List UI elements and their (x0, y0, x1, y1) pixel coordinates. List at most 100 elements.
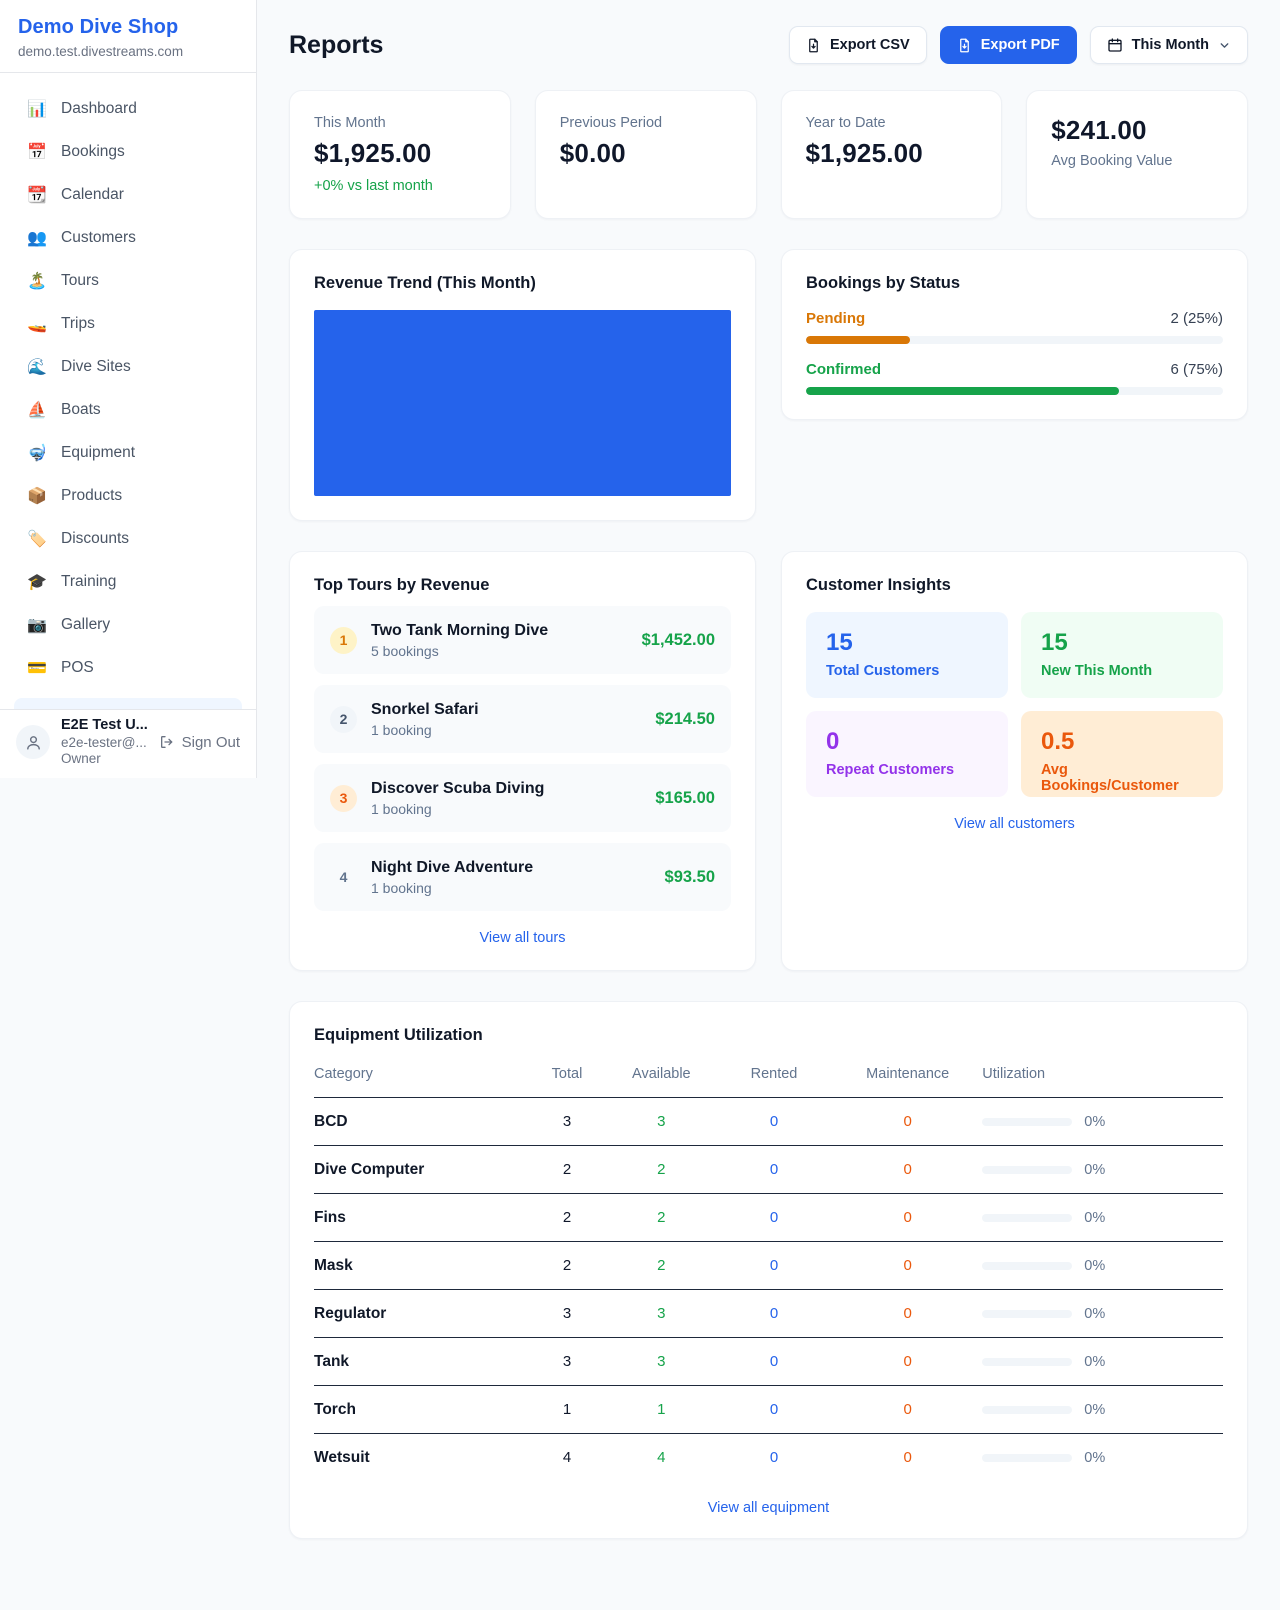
tour-name: Night Dive Adventure (371, 859, 533, 877)
tour-name: Discover Scuba Diving (371, 780, 544, 798)
period-label: This Month (1132, 37, 1209, 53)
stats-row: This Month $1,925.00 +0% vs last month P… (289, 90, 1248, 219)
row-tours-insights: Top Tours by Revenue 1 Two Tank Morning … (289, 551, 1248, 971)
utilization-label: 0% (1084, 1162, 1105, 1178)
sidebar-item-dashboard[interactable]: 📊 Dashboard (12, 87, 244, 130)
tour-bookings: 1 booking (371, 722, 479, 738)
utilization-bar (982, 1166, 1072, 1174)
revenue-trend-chart (314, 310, 731, 496)
tours-island-icon: 🏝️ (26, 271, 48, 291)
stat-label: Avg Booking Value (1051, 153, 1223, 169)
sidebar-item-products[interactable]: 📦 Products (12, 474, 244, 517)
chevron-down-icon (1218, 39, 1231, 52)
sidebar-item-label: Dive Sites (61, 358, 131, 376)
table-row: Dive Computer22000% (314, 1146, 1223, 1194)
sidebar: Demo Dive Shop demo.test.divestreams.com… (0, 0, 257, 778)
wave-icon: 🌊 (26, 357, 48, 377)
stat-card-previous-period: Previous Period $0.00 (535, 90, 757, 219)
sidebar-item-gallery[interactable]: 📷 Gallery (12, 603, 244, 646)
trips-boat-icon: 🚤 (26, 314, 48, 334)
cell-category: Mask (314, 1242, 526, 1290)
cell-category: Fins (314, 1194, 526, 1242)
rank-badge: 4 (330, 864, 357, 891)
cell-maintenance: 0 (833, 1434, 982, 1482)
status-label-pending: Pending (806, 310, 865, 327)
main-content: Reports Export CSV Export PDF This Month (257, 0, 1280, 1610)
status-label-confirmed: Confirmed (806, 361, 881, 378)
top-tours-card: Top Tours by Revenue 1 Two Tank Morning … (289, 551, 756, 971)
export-csv-button[interactable]: Export CSV (789, 26, 927, 64)
brand-name: Demo Dive Shop (18, 16, 238, 39)
sidebar-item-label: Calendar (61, 186, 124, 204)
cell-total: 1 (526, 1386, 608, 1434)
sidebar-item-training[interactable]: 🎓 Training (12, 560, 244, 603)
view-all-tours-link[interactable]: View all tours (314, 930, 731, 946)
sidebar-item-boats[interactable]: ⛵ Boats (12, 388, 244, 431)
insight-total-customers: 15 Total Customers (806, 612, 1008, 698)
cell-utilization: 0% (982, 1338, 1223, 1386)
sidebar-item-tours[interactable]: 🏝️ Tours (12, 259, 244, 302)
sidebar-item-bookings[interactable]: 📅 Bookings (12, 130, 244, 173)
sidebar-item-calendar[interactable]: 📆 Calendar (12, 173, 244, 216)
tour-revenue: $214.50 (655, 710, 715, 729)
view-all-customers-link[interactable]: View all customers (806, 816, 1223, 832)
insight-label: Avg Bookings/Customer (1041, 762, 1203, 794)
utilization-bar (982, 1454, 1072, 1462)
user-name: E2E Test U... (61, 717, 148, 735)
table-row: Wetsuit44000% (314, 1434, 1223, 1482)
period-dropdown[interactable]: This Month (1090, 26, 1248, 64)
sidebar-item-pos[interactable]: 💳 POS (12, 646, 244, 689)
calendar-icon (1107, 37, 1123, 53)
page-title: Reports (289, 31, 383, 60)
status-value-confirmed: 6 (75%) (1170, 361, 1223, 378)
cell-maintenance: 0 (833, 1194, 982, 1242)
sidebar-item-label: Bookings (61, 143, 125, 161)
sidebar-item-customers[interactable]: 👥 Customers (12, 216, 244, 259)
insight-avg-bookings: 0.5 Avg Bookings/Customer (1021, 711, 1223, 797)
col-header-available: Available (608, 1060, 715, 1098)
cell-category: Tank (314, 1338, 526, 1386)
file-download-icon (957, 38, 972, 53)
stat-card-this-month: This Month $1,925.00 +0% vs last month (289, 90, 511, 219)
utilization-label: 0% (1084, 1354, 1105, 1370)
graduation-cap-icon: 🎓 (26, 572, 48, 592)
sidebar-item-trips[interactable]: 🚤 Trips (12, 302, 244, 345)
export-csv-label: Export CSV (830, 37, 910, 53)
utilization-label: 0% (1084, 1210, 1105, 1226)
cell-total: 3 (526, 1338, 608, 1386)
dashboard-icon: 📊 (26, 99, 48, 119)
cell-utilization: 0% (982, 1434, 1223, 1482)
equipment-utilization-card: Equipment Utilization Category Total Ava… (289, 1001, 1248, 1539)
progress-fill-confirmed (806, 387, 1119, 395)
sidebar-item-discounts[interactable]: 🏷️ Discounts (12, 517, 244, 560)
cell-category: Torch (314, 1386, 526, 1434)
status-row-confirmed: Confirmed 6 (75%) (806, 361, 1223, 395)
sidebar-item-equipment[interactable]: 🤿 Equipment (12, 431, 244, 474)
col-header-category: Category (314, 1060, 526, 1098)
user-role: Owner (61, 751, 148, 768)
stat-delta: +0% vs last month (314, 178, 486, 194)
view-all-equipment-link[interactable]: View all equipment (314, 1500, 1223, 1516)
col-header-rented: Rented (715, 1060, 833, 1098)
cell-rented: 0 (715, 1338, 833, 1386)
tour-name: Snorkel Safari (371, 701, 479, 719)
cell-maintenance: 0 (833, 1386, 982, 1434)
table-row: BCD33000% (314, 1098, 1223, 1146)
sidebar-item-reports-active-partial[interactable] (14, 698, 242, 709)
sign-out-button[interactable]: Sign Out (159, 734, 240, 751)
cell-rented: 0 (715, 1386, 833, 1434)
list-item-tour-3: 3 Discover Scuba Diving 1 booking $165.0… (314, 764, 731, 832)
cell-category: Wetsuit (314, 1434, 526, 1482)
cell-maintenance: 0 (833, 1098, 982, 1146)
sidebar-item-label: Gallery (61, 616, 110, 634)
cell-available: 3 (608, 1338, 715, 1386)
package-icon: 📦 (26, 486, 48, 506)
export-pdf-button[interactable]: Export PDF (940, 26, 1077, 64)
insight-value: 15 (826, 629, 988, 657)
cell-utilization: 0% (982, 1194, 1223, 1242)
list-item-tour-2: 2 Snorkel Safari 1 booking $214.50 (314, 685, 731, 753)
sidebar-item-dive-sites[interactable]: 🌊 Dive Sites (12, 345, 244, 388)
cell-utilization: 0% (982, 1146, 1223, 1194)
utilization-label: 0% (1084, 1306, 1105, 1322)
stat-label: This Month (314, 115, 486, 131)
